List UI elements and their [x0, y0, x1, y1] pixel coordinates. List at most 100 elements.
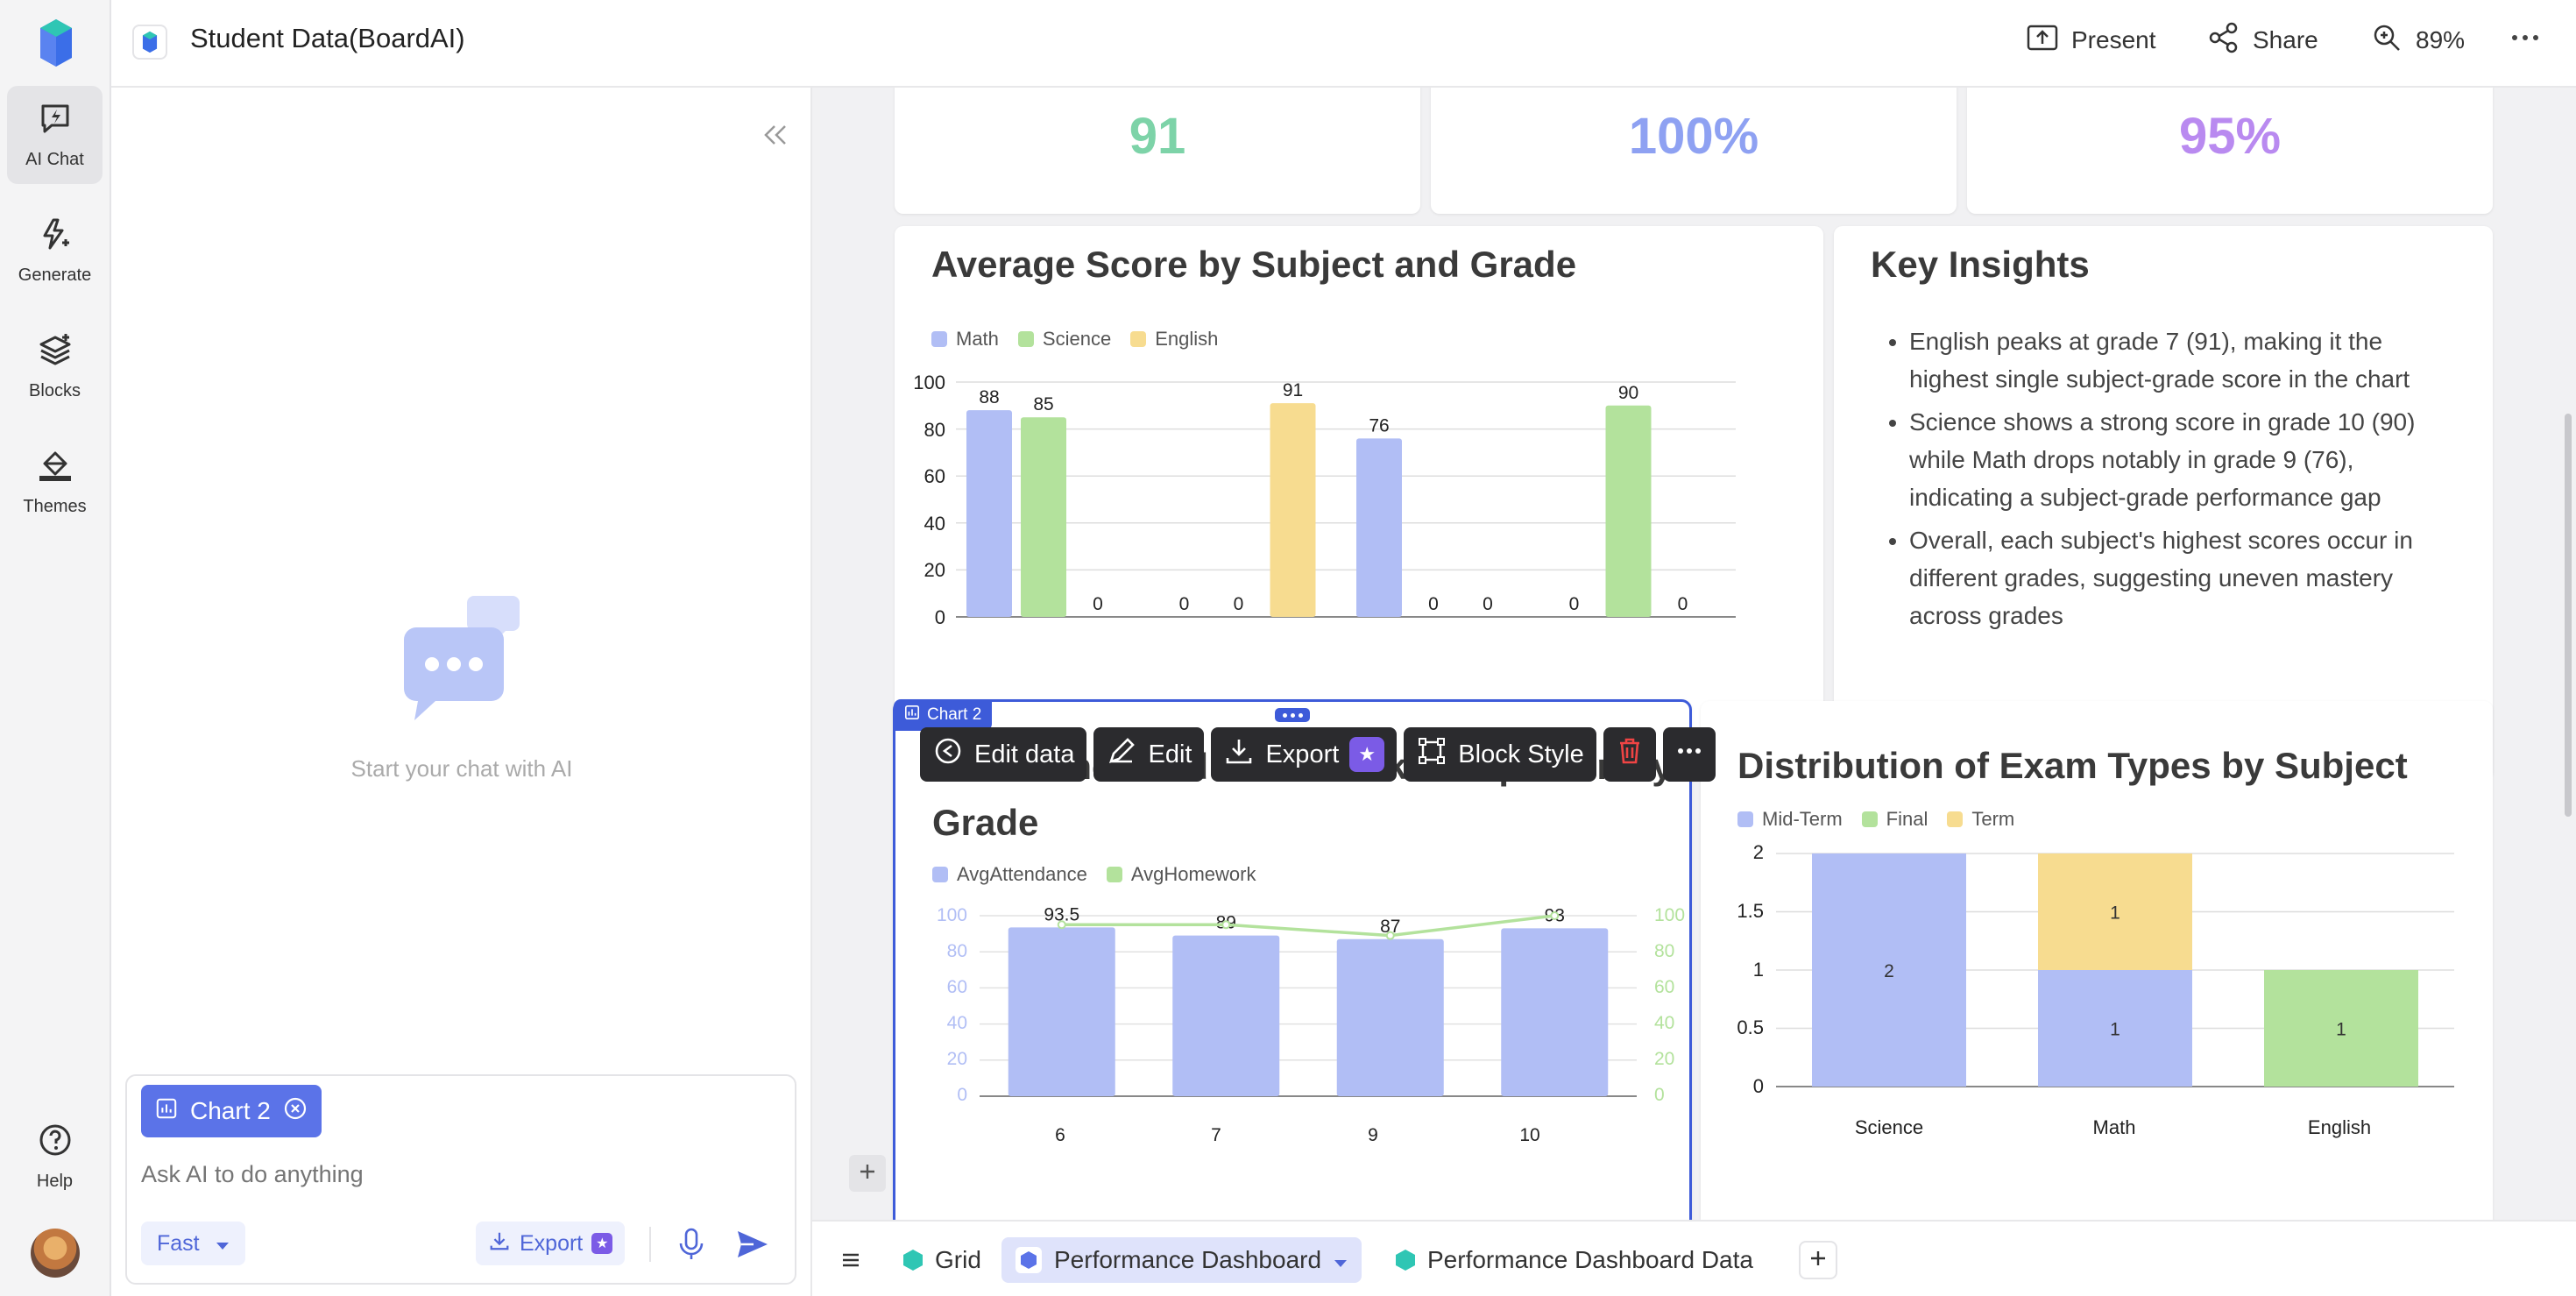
rail-item-blocks[interactable]: Blocks: [7, 317, 103, 415]
mode-select[interactable]: Fast: [141, 1222, 245, 1265]
more-options-button[interactable]: [1662, 727, 1716, 782]
legend-item[interactable]: AvgAttendance: [932, 863, 1087, 886]
export-button[interactable]: Export ★: [1211, 727, 1398, 782]
data-label: 0: [1179, 594, 1190, 614]
premium-badge-icon: ★: [1349, 737, 1385, 772]
tab-grid[interactable]: Grid: [889, 1237, 995, 1283]
legend-label: Final: [1886, 808, 1928, 830]
more-horizontal-icon: [2509, 21, 2542, 60]
kpi-card[interactable]: 100%: [1431, 88, 1957, 214]
bar: [1501, 928, 1609, 1096]
bar: [1336, 938, 1444, 1096]
y-tick-label: 0.5: [1737, 1016, 1764, 1038]
y2-tick-label: 0: [1654, 1085, 1665, 1105]
combo-chart-attendance: 100 80 60 40 20 0 100 80 60 40 20 0 6 7 …: [937, 904, 1685, 1145]
y-tick-label: 0: [935, 606, 945, 628]
drag-handle[interactable]: [1275, 708, 1310, 722]
sheets-menu-button[interactable]: [833, 1244, 868, 1279]
context-chip[interactable]: Chart 2: [141, 1085, 322, 1137]
chat-input-box[interactable]: Chart 2 Fast Export ★: [125, 1074, 796, 1285]
download-icon: [488, 1229, 511, 1258]
kpi-card[interactable]: 95%: [1967, 88, 2493, 214]
kpi-value: 95%: [2178, 108, 2282, 165]
line-series-homework: [1061, 914, 1555, 938]
caret-down-icon: [216, 1231, 230, 1257]
export-chat-button[interactable]: Export ★: [476, 1222, 626, 1265]
chart-card-exam-types[interactable]: Distribution of Exam Types by Subject Mi…: [1701, 701, 2493, 1220]
legend-item[interactable]: Mid-Term: [1737, 808, 1843, 831]
block-style-button[interactable]: Block Style: [1404, 727, 1596, 782]
legend-item[interactable]: Science: [1017, 328, 1111, 351]
chat-input-field[interactable]: [141, 1155, 772, 1193]
x-axis: Science Math English: [1855, 1116, 2371, 1138]
share-button[interactable]: Share: [2207, 21, 2318, 60]
microphone-button[interactable]: [676, 1227, 707, 1262]
double-chevron-left-icon: [760, 125, 791, 154]
stacked-bar-chart-exam-types: 2 1.5 1 0.5 0 Science Math English 2 1 1 1: [1737, 841, 2454, 1138]
tab-performance-dashboard[interactable]: Performance Dashboard: [1001, 1237, 1362, 1283]
y-tick-label: 1: [1753, 959, 1764, 981]
bar: [1021, 417, 1066, 617]
remove-chip-icon[interactable]: [283, 1096, 308, 1127]
zoom-control[interactable]: 89%: [2370, 21, 2465, 60]
edit-data-button[interactable]: Edit data: [920, 727, 1087, 782]
collapse-panel-button[interactable]: [760, 119, 791, 151]
legend-item[interactable]: Final: [1861, 808, 1928, 831]
data-label: 88: [979, 387, 999, 407]
y-tick-label: 100: [913, 372, 945, 393]
y2-tick-label: 80: [1654, 941, 1674, 961]
insight-item: Science shows a strong score in grade 10…: [1909, 403, 2426, 516]
x-tick-label: 10: [1519, 1125, 1539, 1145]
app-window: AI Chat Generate Blocks Themes Help Stud…: [0, 0, 2576, 1296]
rail-item-themes[interactable]: Themes: [7, 433, 103, 531]
line-point: [1221, 920, 1231, 930]
legend-label: Mid-Term: [1762, 808, 1843, 830]
bar-chart-average-score: 100 80 60 40 20 0 88 85 0 0 0 91 76 0 0 0 90 0: [913, 372, 1736, 628]
zoom-level: 89%: [2416, 26, 2466, 53]
export-label: Export: [1265, 740, 1340, 768]
rail-item-label: Help: [36, 1171, 74, 1191]
y-tick-label: 20: [947, 1049, 967, 1069]
document-title[interactable]: Student Data(BoardAI): [190, 23, 465, 54]
sparkle-icon: [38, 216, 73, 257]
trash-icon: [1614, 735, 1645, 774]
legend-item[interactable]: Term: [1947, 808, 2014, 831]
app-logo[interactable]: [39, 18, 74, 68]
legend-item[interactable]: Math: [931, 328, 999, 351]
rail-item-ai-chat[interactable]: AI Chat: [7, 86, 103, 184]
selected-block-badge[interactable]: Chart 2: [894, 699, 993, 731]
legend-item[interactable]: English: [1130, 328, 1218, 351]
key-insights-card[interactable]: Key Insights English peaks at grade 7 (9…: [1834, 226, 2493, 780]
vertical-scrollbar[interactable]: [2565, 414, 2572, 817]
avatar[interactable]: [31, 1229, 80, 1278]
add-sheet-button[interactable]: [1799, 1241, 1837, 1279]
input-divider: [649, 1227, 651, 1262]
add-block-button[interactable]: [849, 1155, 886, 1192]
more-menu-button[interactable]: [2509, 21, 2542, 60]
edit-button[interactable]: Edit: [1093, 727, 1205, 782]
chart-card-average-score[interactable]: Average Score by Subject and Grade Math …: [895, 226, 1823, 780]
tab-performance-dashboard-data[interactable]: Performance Dashboard Data: [1382, 1237, 1767, 1283]
present-button[interactable]: Present: [2026, 21, 2156, 60]
hamburger-icon: [840, 1250, 861, 1275]
sheet-icon: [1396, 1250, 1415, 1271]
present-label: Present: [2071, 26, 2156, 53]
y-tick-label: 20: [924, 559, 945, 581]
doc-icon: [132, 25, 167, 60]
pencil-icon: [1106, 735, 1137, 774]
delete-button[interactable]: [1603, 727, 1656, 782]
zoom-icon: [2370, 21, 2403, 60]
legend-item[interactable]: AvgHomework: [1106, 863, 1256, 886]
plus-icon: [1808, 1248, 1829, 1273]
chart-icon: [904, 705, 920, 726]
y-tick-label: 40: [924, 513, 945, 535]
caret-down-icon[interactable]: [1334, 1246, 1348, 1274]
chart-legend: AvgAttendance AvgHomework: [932, 863, 1256, 886]
insights-title: Key Insights: [1871, 244, 2090, 285]
insights-list: English peaks at grade 7 (91), making it…: [1909, 322, 2426, 640]
badge-label: Chart 2: [927, 705, 982, 724]
kpi-card[interactable]: 91: [895, 88, 1420, 214]
rail-item-help[interactable]: Help: [7, 1113, 103, 1200]
send-button[interactable]: [735, 1229, 770, 1260]
rail-item-generate[interactable]: Generate: [7, 202, 103, 300]
